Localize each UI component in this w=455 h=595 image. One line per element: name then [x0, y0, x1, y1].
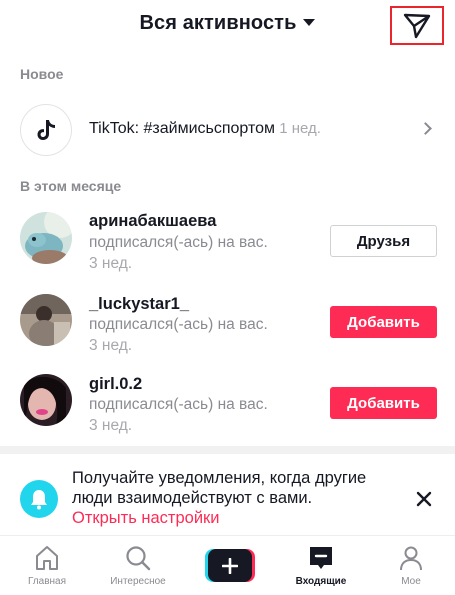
page-title: Вся активность [139, 12, 297, 34]
hashtag: #займисьспортом [139, 120, 276, 137]
paper-plane-icon [403, 13, 431, 38]
timestamp: 3 нед. [89, 255, 133, 272]
username[interactable]: аринабакшаева [89, 212, 216, 231]
inbox-icon [310, 547, 332, 569]
timestamp: 1 нед. [275, 120, 321, 137]
tab-label: Интересное [110, 576, 166, 587]
bottom-tab-bar: Главная Интересное Входящие Мое [0, 535, 455, 595]
tab-home[interactable]: Главная [2, 536, 92, 595]
add-friend-button[interactable]: Добавить [330, 306, 437, 338]
tiktok-logo-icon [37, 120, 55, 140]
account-name: TikTok: [89, 120, 140, 137]
tiktok-logo-avatar [20, 104, 72, 156]
create-button[interactable] [205, 549, 255, 582]
avatar-photo [20, 374, 72, 426]
avatar[interactable] [20, 374, 72, 426]
username[interactable]: _luckystar1_ [89, 295, 189, 314]
avatar-photo [20, 294, 72, 346]
username[interactable]: girl.0.2 [89, 375, 142, 394]
open-settings-link[interactable]: Открыть настройки [72, 509, 220, 528]
timestamp: 3 нед. [89, 417, 133, 434]
activity-filter-dropdown[interactable]: Вся активность [0, 12, 455, 35]
profile-icon [400, 546, 422, 571]
section-divider [0, 446, 455, 454]
tiktok-notification-text: TikTok: #займисьспортом 1 нед. [89, 120, 321, 138]
tab-label: Мое [401, 576, 421, 587]
activity-description: подписался(-ась) на вас. 3 нед. [89, 316, 268, 354]
avatar[interactable] [20, 212, 72, 264]
caret-down-icon [303, 19, 316, 26]
close-button[interactable] [414, 489, 434, 509]
header: Вся активность [0, 0, 455, 52]
plus-icon [222, 557, 238, 574]
timestamp: 3 нед. [89, 337, 133, 354]
tab-inbox[interactable]: Входящие [276, 536, 366, 595]
search-icon [126, 546, 151, 571]
activity-description: подписался(-ась) на вас. 3 нед. [89, 234, 268, 272]
tab-create[interactable] [183, 536, 273, 595]
home-icon [36, 546, 58, 570]
add-friend-button[interactable]: Добавить [330, 387, 437, 419]
tab-label: Входящие [295, 576, 347, 587]
section-label-new: Новое [20, 66, 64, 82]
friends-button[interactable]: Друзья [330, 225, 437, 257]
tab-profile[interactable]: Мое [366, 536, 455, 595]
chevron-right-icon [419, 122, 432, 135]
close-icon [416, 491, 432, 507]
tab-discover[interactable]: Интересное [93, 536, 183, 595]
direct-messages-button[interactable] [390, 6, 444, 45]
tab-label: Главная [27, 576, 67, 587]
activity-description: подписался(-ась) на вас. 3 нед. [89, 396, 268, 434]
notification-text: Получайте уведомления, когда другие люди… [72, 469, 367, 507]
bell-icon [20, 480, 58, 518]
section-label-this-month: В этом месяце [20, 178, 122, 194]
avatar-photo [20, 212, 72, 264]
avatar[interactable] [20, 294, 72, 346]
